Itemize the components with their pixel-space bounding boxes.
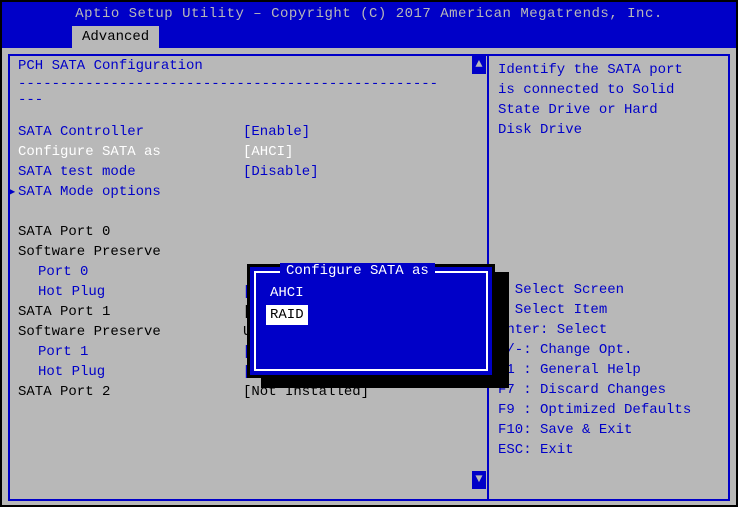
label: SATA Mode options	[18, 182, 243, 202]
setting-software-preserve-0: Software Preserve	[12, 242, 482, 262]
tab-advanced[interactable]: Advanced	[72, 26, 159, 48]
help-text: Identify the SATA port	[498, 60, 724, 80]
setting-sata-test-mode[interactable]: SATA test mode [Disable]	[12, 162, 482, 182]
heading-dashes-2: ---	[12, 92, 482, 108]
label: SATA Controller	[18, 122, 243, 142]
setting-configure-sata-as[interactable]: Configure SATA as [AHCI]	[12, 142, 482, 162]
help-text: State Drive or Hard	[498, 100, 724, 120]
main-area: ▲ ▼ PCH SATA Configuration -------------…	[2, 48, 736, 507]
hint-f1: F1 : General Help	[498, 360, 724, 380]
hint-plusminus: +/-: Change Opt.	[498, 340, 724, 360]
label: SATA Port 1	[18, 302, 243, 322]
label: Software Preserve	[18, 242, 243, 262]
popup-shadow	[261, 378, 509, 388]
popup-option-ahci[interactable]: AHCI	[266, 281, 476, 305]
setting-sata-port-0: SATA Port 0	[12, 222, 482, 242]
hint-esc: ESC: Exit	[498, 440, 724, 460]
hint-enter: Enter: Select	[498, 320, 724, 340]
help-text: is connected to Solid	[498, 80, 724, 100]
setting-sata-controller[interactable]: SATA Controller [Enable]	[12, 122, 482, 142]
help-text: Disk Drive	[498, 120, 724, 140]
label: Port 1	[18, 342, 243, 362]
hint-f7: F7 : Discard Changes	[498, 380, 724, 400]
popup-shadow	[495, 272, 509, 386]
help-pane: Identify the SATA port is connected to S…	[496, 56, 726, 499]
popup-configure-sata-as: Configure SATA as AHCI RAID	[247, 264, 495, 378]
hint-select-item: : Select Item	[498, 300, 724, 320]
popup-option-raid[interactable]: RAID	[266, 305, 308, 325]
label: SATA Port 2	[18, 382, 243, 402]
submenu-caret-icon: ▶	[8, 182, 15, 202]
label: Port 0	[18, 262, 243, 282]
title-bar: Aptio Setup Utility – Copyright (C) 2017…	[2, 2, 736, 26]
hint-f9: F9 : Optimized Defaults	[498, 400, 724, 420]
label: Hot Plug	[18, 362, 243, 382]
page-heading: PCH SATA Configuration	[12, 56, 482, 76]
label: Configure SATA as	[18, 142, 243, 162]
popup-title: Configure SATA as	[280, 263, 435, 279]
value: [AHCI]	[243, 142, 476, 162]
hint-f10: F10: Save & Exit	[498, 420, 724, 440]
label: SATA Port 0	[18, 222, 243, 242]
label: SATA test mode	[18, 162, 243, 182]
label: Software Preserve	[18, 322, 243, 342]
hint-select-screen: : Select Screen	[498, 280, 724, 300]
tab-bar: Advanced	[2, 26, 736, 48]
heading-dashes: ----------------------------------------…	[12, 76, 482, 92]
bios-screen: Aptio Setup Utility – Copyright (C) 2017…	[0, 0, 738, 507]
setting-sata-mode-options[interactable]: ▶ SATA Mode options	[12, 182, 482, 202]
label: Hot Plug	[18, 282, 243, 302]
value: [Enable]	[243, 122, 476, 142]
value: [Disable]	[243, 162, 476, 182]
